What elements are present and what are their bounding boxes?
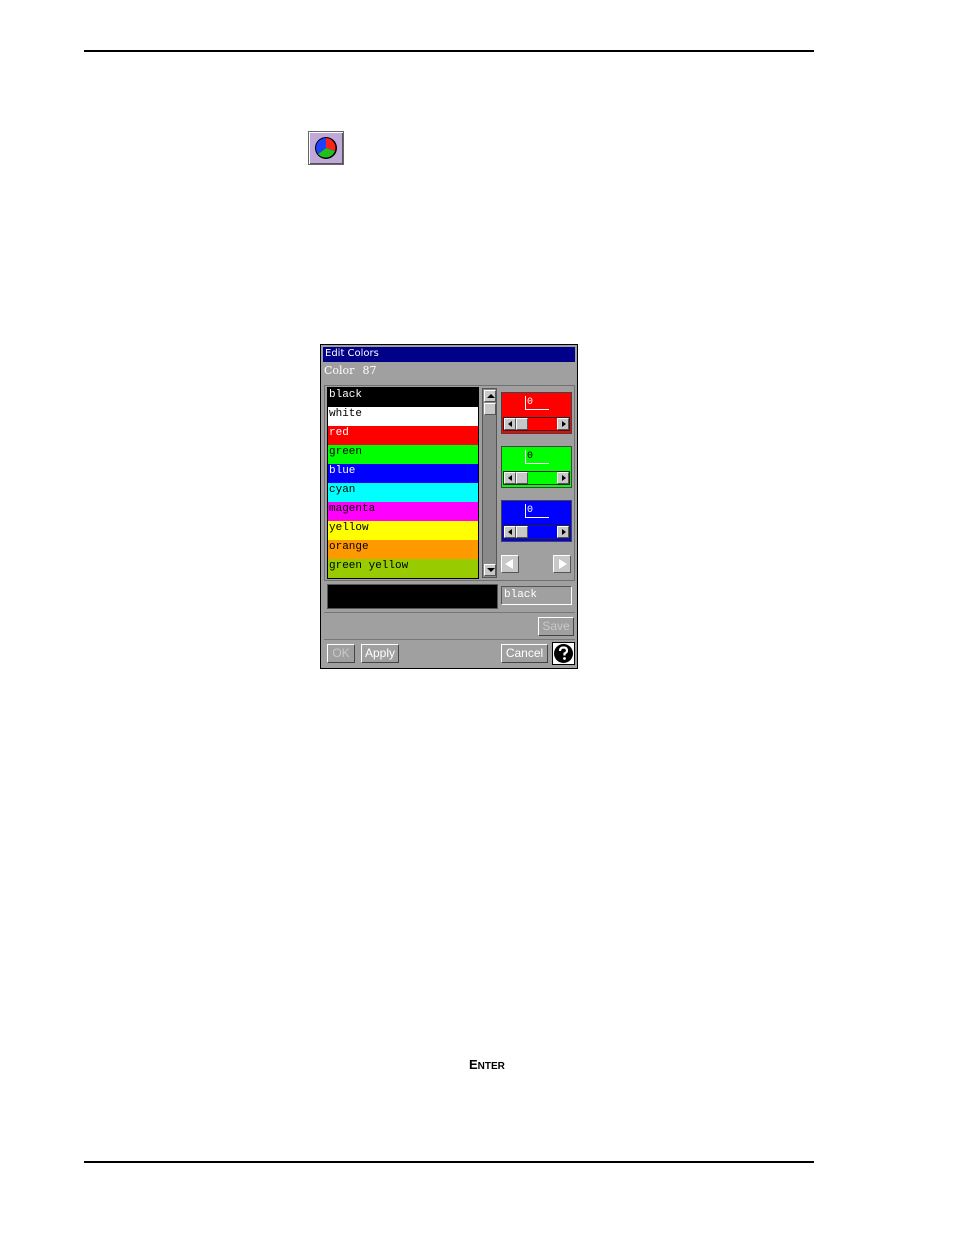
dialog-titlebar[interactable]: Edit Colors: [323, 347, 575, 362]
enter-key-first: E: [469, 1057, 478, 1072]
green-slider-knob[interactable]: [516, 472, 528, 484]
blue-slider[interactable]: [503, 525, 570, 539]
enter-key-label: ENTER: [469, 1057, 505, 1072]
divider: [324, 612, 575, 613]
green-slider[interactable]: [503, 471, 570, 485]
green-decrease-icon[interactable]: [504, 472, 516, 484]
list-item[interactable]: cyan: [328, 483, 478, 502]
red-slider[interactable]: [503, 417, 570, 431]
blue-decrease-icon[interactable]: [504, 526, 516, 538]
cancel-button[interactable]: Cancel: [501, 644, 548, 663]
bottom-rule: [84, 1161, 814, 1163]
green-increase-icon[interactable]: [557, 472, 569, 484]
color-label-text: Color: [324, 364, 355, 377]
scroll-down-icon[interactable]: [484, 564, 496, 576]
color-preview-swatch: [327, 584, 498, 609]
red-slider-knob[interactable]: [516, 418, 528, 430]
list-item[interactable]: white: [328, 407, 478, 426]
divider: [324, 639, 575, 640]
list-item[interactable]: yellow: [328, 521, 478, 540]
green-value-field[interactable]: 0: [525, 450, 549, 464]
blue-increase-icon[interactable]: [557, 526, 569, 538]
dialog-title: Edit Colors: [325, 348, 379, 359]
green-channel: 0: [501, 446, 572, 488]
color-number: 87: [362, 364, 377, 377]
color-wheel-icon[interactable]: [308, 131, 344, 165]
color-list[interactable]: black white red green blue cyan magenta yellow o…: [327, 387, 479, 579]
blue-channel: 0: [501, 500, 572, 542]
save-button[interactable]: Save: [538, 617, 574, 636]
enter-key-rest: NTER: [477, 1061, 505, 1072]
list-item[interactable]: black: [328, 388, 478, 407]
red-increase-icon[interactable]: [557, 418, 569, 430]
previous-color-icon[interactable]: [501, 555, 519, 573]
help-icon[interactable]: [552, 642, 575, 665]
red-decrease-icon[interactable]: [504, 418, 516, 430]
list-item[interactable]: orange: [328, 540, 478, 559]
red-channel: 0: [501, 392, 572, 434]
list-item[interactable]: green: [328, 445, 478, 464]
red-value-field[interactable]: 0: [525, 396, 549, 410]
scroll-up-icon[interactable]: [484, 390, 496, 402]
color-name-field[interactable]: black: [501, 586, 572, 605]
blue-slider-knob[interactable]: [516, 526, 528, 538]
edit-colors-dialog: Edit Colors Color 87 black white red green bl…: [320, 344, 578, 669]
list-item[interactable]: blue: [328, 464, 478, 483]
list-item[interactable]: magenta: [328, 502, 478, 521]
next-color-icon[interactable]: [553, 555, 571, 573]
blue-value-field[interactable]: 0: [525, 504, 549, 518]
list-item[interactable]: green yellow: [328, 559, 478, 578]
apply-button[interactable]: Apply: [361, 644, 399, 663]
color-list-scrollbar[interactable]: [482, 388, 497, 578]
top-rule: [84, 50, 814, 52]
list-item[interactable]: red: [328, 426, 478, 445]
color-number-label: Color 87: [324, 364, 384, 377]
ok-button[interactable]: OK: [327, 644, 355, 663]
scroll-thumb[interactable]: [484, 403, 496, 415]
